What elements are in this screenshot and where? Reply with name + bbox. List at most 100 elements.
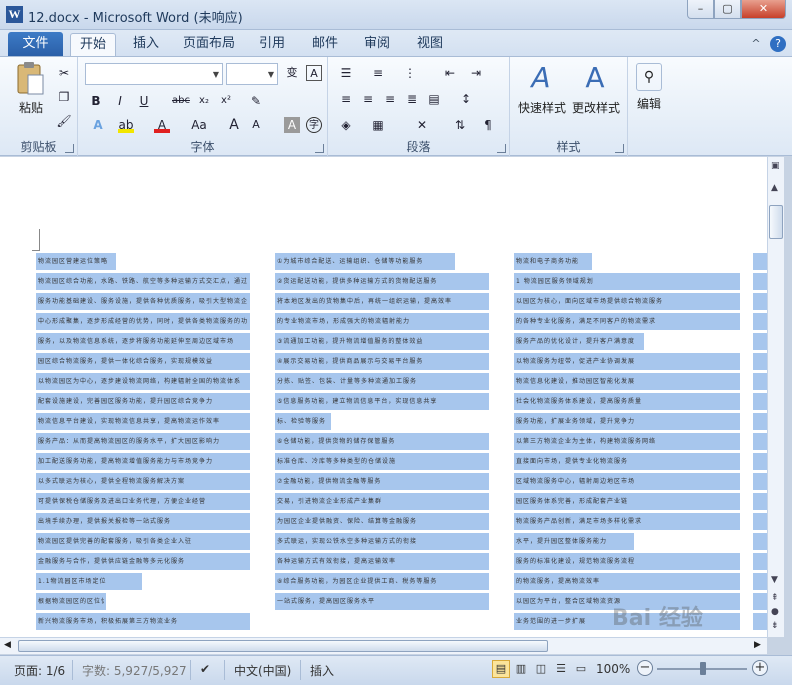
page-indicator[interactable]: 页面: 1/6 — [14, 662, 65, 679]
maximize-button[interactable]: ▢ — [714, 0, 741, 19]
zoom-slider-knob[interactable] — [700, 662, 706, 675]
font-name-dropdown-icon[interactable]: ▼ — [213, 70, 219, 79]
superscript-icon[interactable]: x² — [218, 93, 234, 109]
insert-mode[interactable]: 插入 — [310, 662, 334, 679]
font-size-combo[interactable]: ▼ — [226, 63, 278, 85]
change-case-icon[interactable]: Aa — [188, 117, 210, 133]
tab-mailings[interactable]: 邮件 — [305, 33, 345, 57]
ribbon-collapse-icon[interactable]: ^ — [748, 36, 764, 52]
show-marks-icon[interactable]: ¶ — [480, 117, 496, 133]
horizontal-scrollbar[interactable]: ◀ ▶ — [0, 637, 767, 654]
text-line — [753, 511, 767, 531]
text-line: 物流信息平台建设，实现物流信息共享，提高物流运作效率 — [36, 411, 250, 431]
tab-references[interactable]: 引用 — [252, 33, 292, 57]
shrink-font-icon[interactable]: A — [248, 117, 264, 133]
pinyin-guide-icon[interactable]: 变 — [284, 65, 300, 81]
browse-object-icon[interactable]: ● — [771, 607, 779, 617]
text-line-content: 服务的标准化建设，规范物流服务流程 — [516, 558, 636, 565]
align-left-icon[interactable]: ≡ — [338, 91, 354, 107]
font-size-dropdown-icon[interactable]: ▼ — [268, 70, 274, 79]
cut-icon[interactable]: ✂ — [56, 65, 72, 81]
borders-icon[interactable]: ▦ — [370, 117, 386, 133]
document-area[interactable]: 物流园区营建运位策略 物流园区综合功能，水路、铁路、航空等多种运输方式交汇点，通过… — [0, 157, 767, 637]
word-app-icon[interactable]: W — [6, 6, 23, 23]
tab-review[interactable]: 审阅 — [357, 33, 397, 57]
scroll-right-icon[interactable]: ▶ — [754, 640, 761, 650]
italic-icon[interactable]: I — [112, 93, 128, 109]
tab-view[interactable]: 视图 — [410, 33, 450, 57]
web-layout-icon[interactable]: ◫ — [532, 660, 550, 678]
strikethrough-icon[interactable]: abc — [170, 93, 192, 109]
bold-icon[interactable]: B — [88, 93, 104, 109]
minimize-button[interactable]: – — [687, 0, 714, 19]
line-spacing-icon[interactable]: ↕ — [458, 91, 474, 107]
zoom-level[interactable]: 100% — [596, 662, 630, 676]
paste-button[interactable]: 粘贴 — [14, 99, 48, 116]
outline-view-icon[interactable]: ☰ — [552, 660, 570, 678]
styles-launcher-icon[interactable] — [615, 144, 624, 153]
char-border-icon[interactable]: A — [306, 65, 322, 81]
grow-font-icon[interactable]: A — [226, 117, 242, 133]
vertical-scroll-thumb[interactable] — [769, 205, 783, 239]
full-screen-reading-icon[interactable]: ▥ — [512, 660, 530, 678]
font-name-combo[interactable]: ▼ — [85, 63, 223, 85]
enclose-char-icon[interactable]: 字 — [306, 117, 322, 133]
text-effects-icon[interactable]: A — [90, 117, 106, 133]
shading-icon[interactable]: ◈ — [338, 117, 354, 133]
scroll-up-icon[interactable]: ▲ — [771, 183, 778, 193]
multilevel-list-icon[interactable]: ⋮ — [402, 65, 418, 81]
text-line-content: 加工配送服务功能，提高物流增值服务能力与市场竞争力 — [38, 458, 214, 465]
font-color-icon[interactable]: A — [154, 117, 170, 133]
align-center-icon[interactable]: ≡ — [360, 91, 376, 107]
horizontal-scroll-thumb[interactable] — [18, 640, 548, 652]
numbering-icon[interactable]: ≡ — [370, 65, 386, 81]
prev-page-icon[interactable]: ⇞ — [771, 593, 779, 603]
print-layout-view-icon[interactable]: ▤ — [492, 660, 510, 678]
paste-icon[interactable] — [12, 61, 48, 99]
scroll-left-icon[interactable]: ◀ — [4, 640, 11, 650]
change-styles-icon[interactable]: A — [580, 61, 610, 97]
draft-view-icon[interactable]: ▭ — [572, 660, 590, 678]
font-launcher-icon[interactable] — [315, 144, 324, 153]
edit-button[interactable]: 编辑 — [632, 95, 666, 112]
increase-indent-icon[interactable]: ⇥ — [468, 65, 484, 81]
bullets-icon[interactable]: ☰ — [338, 65, 354, 81]
vertical-scrollbar[interactable]: ▣ ▲ ▼ ⇞ ● ⇟ — [767, 157, 784, 637]
chinese-layout-icon[interactable]: ✕ — [414, 117, 430, 133]
decrease-indent-icon[interactable]: ⇤ — [442, 65, 458, 81]
tab-file[interactable]: 文件 — [8, 32, 63, 56]
proofing-icon[interactable]: ✔ — [200, 662, 210, 676]
word-count[interactable]: 字数: 5,927/5,927 — [82, 662, 187, 679]
quick-styles-icon[interactable]: A — [526, 61, 556, 97]
char-shading-icon[interactable]: A — [284, 117, 300, 133]
change-styles-button[interactable]: 更改样式 — [568, 99, 624, 116]
underline-icon[interactable]: U — [136, 93, 152, 109]
paragraph-launcher-icon[interactable] — [497, 144, 506, 153]
format-painter-icon[interactable]: 🖌 — [56, 113, 72, 129]
next-page-icon[interactable]: ⇟ — [771, 621, 779, 631]
scroll-down-icon[interactable]: ▼ — [771, 575, 778, 585]
subscript-icon[interactable]: x₂ — [196, 93, 212, 109]
text-line: 1.1物流园区市场定位 — [36, 571, 250, 591]
clipboard-launcher-icon[interactable] — [65, 144, 74, 153]
find-icon[interactable]: ⚲ — [636, 63, 662, 91]
close-button[interactable]: ✕ — [741, 0, 786, 19]
tab-page-layout[interactable]: 页面布局 — [178, 33, 240, 57]
zoom-out-icon[interactable]: − — [637, 660, 653, 676]
distributed-icon[interactable]: ▤ — [426, 91, 442, 107]
align-right-icon[interactable]: ≡ — [382, 91, 398, 107]
tab-home[interactable]: 开始 — [70, 33, 116, 57]
help-icon[interactable]: ? — [770, 36, 786, 52]
ruler-toggle-icon[interactable]: ▣ — [771, 161, 780, 171]
sort-icon[interactable]: ⇅ — [452, 117, 468, 133]
tab-insert[interactable]: 插入 — [126, 33, 166, 57]
quick-styles-button[interactable]: 快速样式 — [514, 99, 570, 116]
selection-highlight — [753, 373, 767, 390]
language-indicator[interactable]: 中文(中国) — [234, 662, 291, 679]
copy-icon[interactable]: ❐ — [56, 89, 72, 105]
clear-format-icon[interactable]: ✎ — [248, 93, 264, 109]
justify-icon[interactable]: ≣ — [404, 91, 420, 107]
text-line — [753, 571, 767, 591]
highlight-icon[interactable]: ab — [118, 117, 134, 133]
zoom-in-icon[interactable]: + — [752, 660, 768, 676]
